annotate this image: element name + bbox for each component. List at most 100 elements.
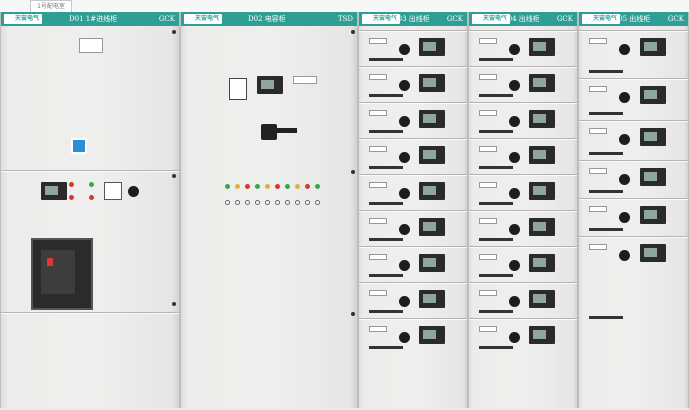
cabinet-code: D04 出线柜	[502, 15, 540, 23]
isolator-handle	[275, 128, 297, 133]
drawer-handle	[369, 238, 403, 241]
rotary-switch-icon	[399, 44, 410, 55]
drawer-label	[589, 244, 607, 250]
drawer-handle	[589, 190, 623, 193]
rotary-switch-icon	[399, 152, 410, 163]
digital-meter-icon	[419, 74, 445, 92]
drawer-label	[369, 182, 387, 188]
push-button-icon	[225, 200, 230, 205]
drawer-seam	[579, 160, 688, 162]
drawer-label	[369, 74, 387, 80]
drawer-unit	[363, 176, 463, 210]
drawer-unit	[583, 122, 684, 160]
drawer-label	[479, 110, 497, 116]
digital-meter-icon	[640, 168, 666, 186]
rotary-switch-icon	[399, 224, 410, 235]
rotary-switch-icon	[399, 260, 410, 271]
digital-meter-icon	[419, 254, 445, 272]
push-button-icon	[285, 200, 290, 205]
drawer-handle	[369, 310, 403, 313]
indicator-lamp-icon	[235, 184, 240, 189]
brand-name: 天宙电气	[195, 15, 220, 22]
drawer-unit	[363, 248, 463, 282]
drawer-unit	[363, 32, 463, 66]
drawer-label	[589, 38, 607, 44]
digital-meter-icon	[419, 290, 445, 308]
drawer-seam	[469, 102, 577, 104]
drawer-handle	[479, 346, 513, 349]
door-screw	[351, 312, 355, 316]
indicator-lamp-icon	[285, 184, 290, 189]
drawer-handle	[369, 166, 403, 169]
door-screw	[172, 174, 176, 178]
indicator-lamp-icon	[315, 184, 320, 189]
cabinet-type: GCK	[556, 15, 573, 23]
drawer-label	[589, 128, 607, 134]
rotary-switch-icon	[128, 186, 139, 197]
drawer-handle	[479, 274, 513, 277]
drawer-seam	[579, 78, 688, 80]
digital-meter-icon	[640, 244, 666, 262]
digital-meter-icon	[529, 74, 555, 92]
drawer-seam	[359, 174, 467, 176]
indicator-lamp-icon	[69, 195, 74, 200]
drawer-unit	[583, 200, 684, 236]
drawer-seam	[579, 30, 688, 32]
rotary-switch-icon	[619, 44, 630, 55]
drawer-handle	[369, 130, 403, 133]
push-button-icon	[235, 200, 240, 205]
digital-meter-icon	[419, 326, 445, 344]
drawer-seam	[469, 282, 577, 284]
cabinet-5: 天宙电气 D05 出线柜 GCK	[578, 12, 689, 408]
drawer-label	[479, 290, 497, 296]
drawer-seam	[469, 210, 577, 212]
digital-meter-icon	[529, 182, 555, 200]
rotary-switch-icon	[509, 188, 520, 199]
drawer-label	[589, 168, 607, 174]
digital-meter-icon	[529, 218, 555, 236]
push-button-icon	[305, 200, 310, 205]
digital-meter-icon	[419, 218, 445, 236]
rotary-switch-icon	[399, 188, 410, 199]
rotary-switch-icon	[509, 296, 520, 307]
rotary-switch-icon	[619, 134, 630, 145]
drawer-label	[369, 110, 387, 116]
cabinet-header: 天宙电气 D03 出线柜 GCK	[359, 12, 467, 26]
drawer-seam	[469, 66, 577, 68]
indicator-lamp-icon	[265, 184, 270, 189]
drawer-handle	[369, 202, 403, 205]
drawer-seam	[359, 66, 467, 68]
rotary-switch-icon	[509, 260, 520, 271]
rotary-switch-icon	[399, 296, 410, 307]
cabinet-2: 天宙电气 D02 电容柜 TSD	[180, 12, 358, 408]
drawer-seam	[469, 30, 577, 32]
cabinet-code: D03 出线柜	[392, 15, 430, 23]
digital-meter-icon	[529, 254, 555, 272]
drawer-handle	[479, 238, 513, 241]
door-screw	[172, 30, 176, 34]
drawer-label	[479, 38, 497, 44]
drawer-unit	[473, 176, 573, 210]
drawer-unit	[473, 212, 573, 246]
cabinet-type: GCK	[446, 15, 463, 23]
drawer-handle	[589, 152, 623, 155]
digital-meter-icon	[257, 76, 283, 94]
cabinet-header: 天宙电气 D02 电容柜 TSD	[181, 12, 357, 26]
cabinet-3: 天宙电气 D03 出线柜 GCK	[358, 12, 468, 408]
drawer-handle	[589, 316, 623, 319]
cabinet-code: D01 1#进线柜	[69, 15, 118, 23]
drawer-label	[369, 254, 387, 260]
door-screw	[351, 30, 355, 34]
indicator-lamp-icon	[245, 184, 250, 189]
drawer-handle	[479, 94, 513, 97]
cabinet-tag	[79, 38, 103, 53]
drawer-label	[479, 254, 497, 260]
drawer-seam	[579, 198, 688, 200]
drawer-unit	[583, 32, 684, 78]
brand-name: 天宙电气	[15, 15, 40, 22]
indicator-lamp-icon	[69, 182, 74, 187]
drawer-handle	[369, 346, 403, 349]
drawer-seam	[359, 138, 467, 140]
drawer-seam	[359, 282, 467, 284]
drawer-handle	[369, 58, 403, 61]
